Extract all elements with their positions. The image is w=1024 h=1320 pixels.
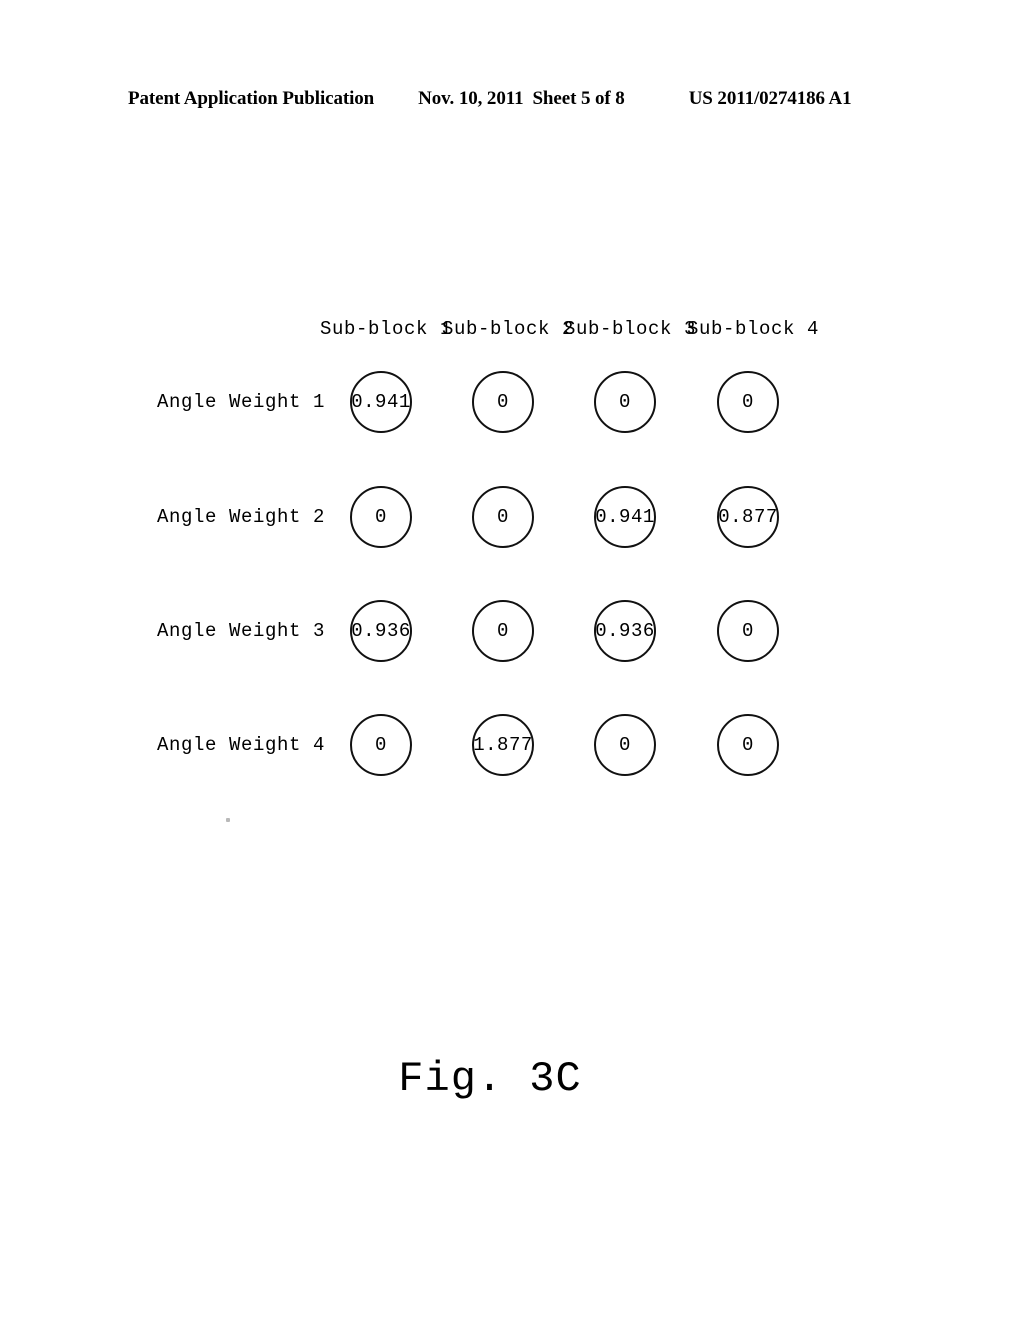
matrix-cell-value-r4c4: 0 xyxy=(742,734,754,756)
row-label-angle-weight-1: Angle Weight 1 xyxy=(156,391,325,413)
matrix-cell-value-r1c3: 0 xyxy=(619,391,631,413)
figure-3c: Sub-block 1 Sub-block 2 Sub-block 3 Sub-… xyxy=(0,0,1024,1320)
column-header-sub-block-2: Sub-block 2 xyxy=(442,318,575,340)
figure-caption: Fig. 3C xyxy=(0,1055,1024,1103)
column-header-sub-block-3: Sub-block 3 xyxy=(564,318,697,340)
matrix-cell-r2c4: 0.877 xyxy=(717,486,779,548)
matrix-cell-value-r3c3: 0.936 xyxy=(595,620,655,642)
matrix-cell-r1c2: 0 xyxy=(472,371,534,433)
matrix-cell-value-r3c4: 0 xyxy=(742,620,754,642)
matrix-cell-value-r2c4: 0.877 xyxy=(718,506,778,528)
matrix-cell-r4c3: 0 xyxy=(594,714,656,776)
matrix-cell-r2c1: 0 xyxy=(350,486,412,548)
column-header-sub-block-4: Sub-block 4 xyxy=(687,318,820,340)
matrix-row-angle-weight-3: Angle Weight 3 0.936 0 0.936 0 xyxy=(0,600,1024,662)
patent-figure-page: Patent Application Publication Nov. 10, … xyxy=(0,0,1024,1320)
column-header-sub-block-1: Sub-block 1 xyxy=(320,318,453,340)
matrix-cell-r1c4: 0 xyxy=(717,371,779,433)
matrix-cell-value-r4c3: 0 xyxy=(619,734,631,756)
matrix-cell-value-r2c1: 0 xyxy=(375,506,387,528)
matrix-cell-value-r2c3: 0.941 xyxy=(595,506,655,528)
matrix-row-angle-weight-4: Angle Weight 4 0 1.877 0 0 xyxy=(0,714,1024,776)
figure-caption-text: Fig. 3C xyxy=(398,1055,582,1103)
column-header-row: Sub-block 1 Sub-block 2 Sub-block 3 Sub-… xyxy=(320,318,820,344)
row-label-angle-weight-3: Angle Weight 3 xyxy=(156,620,325,642)
matrix-cell-r3c1: 0.936 xyxy=(350,600,412,662)
matrix-cell-r2c2: 0 xyxy=(472,486,534,548)
matrix-cell-r1c1: 0.941 xyxy=(350,371,412,433)
matrix-cell-value-r1c1: 0.941 xyxy=(351,391,411,413)
matrix-cell-r3c2: 0 xyxy=(472,600,534,662)
matrix-cell-value-r1c2: 0 xyxy=(497,391,509,413)
matrix-cell-r4c4: 0 xyxy=(717,714,779,776)
row-label-angle-weight-2: Angle Weight 2 xyxy=(156,506,325,528)
matrix-cell-r1c3: 0 xyxy=(594,371,656,433)
matrix-row-angle-weight-1: Angle Weight 1 0.941 0 0 0 xyxy=(0,371,1024,433)
matrix-cell-value-r3c1: 0.936 xyxy=(351,620,411,642)
matrix-cell-value-r2c2: 0 xyxy=(497,506,509,528)
matrix-row-angle-weight-2: Angle Weight 2 0 0 0.941 0.877 xyxy=(0,486,1024,548)
matrix-cell-value-r4c1: 0 xyxy=(375,734,387,756)
matrix-cell-r3c3: 0.936 xyxy=(594,600,656,662)
matrix-cell-r4c2: 1.877 xyxy=(472,714,534,776)
matrix-cell-value-r3c2: 0 xyxy=(497,620,509,642)
matrix-cell-r2c3: 0.941 xyxy=(594,486,656,548)
row-label-angle-weight-4: Angle Weight 4 xyxy=(156,734,325,756)
matrix-cell-r4c1: 0 xyxy=(350,714,412,776)
matrix-cell-value-r4c2: 1.877 xyxy=(473,734,533,756)
matrix-cell-r3c4: 0 xyxy=(717,600,779,662)
scan-artifact-speck xyxy=(226,818,230,822)
matrix-cell-value-r1c4: 0 xyxy=(742,391,754,413)
